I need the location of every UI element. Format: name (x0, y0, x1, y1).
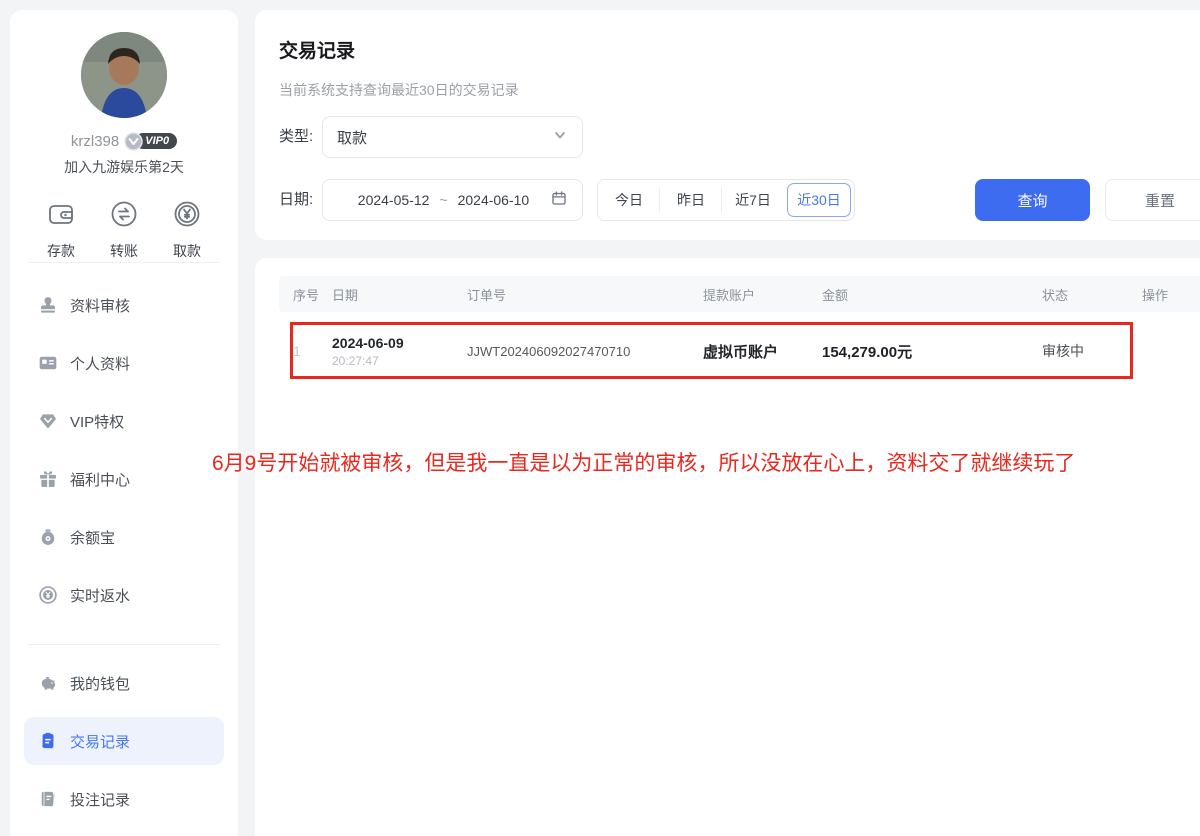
deposit-button[interactable]: 存款 (46, 199, 76, 261)
type-select-value: 取款 (337, 127, 552, 148)
records-card: 序号 日期 订单号 提款账户 金额 状态 操作 1 2024-06-09 20:… (255, 258, 1200, 836)
date-range-input[interactable]: 2024-05-12 ~ 2024-06-10 (322, 179, 583, 221)
annotation-text: 6月9号开始就被审核，但是我一直是以为正常的审核，所以没放在心上，资料交了就继续… (212, 447, 1075, 477)
row-status-badge: 审核中 (1042, 341, 1142, 361)
col-header-amount: 金额 (822, 285, 1042, 304)
page-title: 交易记录 (279, 36, 355, 63)
quick-range-yesterday[interactable]: 昨日 (660, 180, 722, 220)
vip-badge[interactable]: VIP0 (124, 132, 177, 150)
col-header-action: 操作 (1142, 285, 1200, 304)
sidebar-item-label: VIP特权 (70, 411, 124, 432)
join-days-text: 加入九游娱乐第2天 (10, 157, 238, 177)
row-index: 1 (293, 343, 332, 359)
type-filter-label: 类型: (279, 116, 313, 158)
id-card-icon (38, 353, 58, 373)
transfer-label: 转账 (110, 241, 138, 261)
quick-range-today[interactable]: 今日 (598, 180, 660, 220)
sidebar-item-profile-review[interactable]: 资料审核 (24, 276, 224, 334)
row-date-cell: 2024-06-09 20:27:47 (332, 335, 467, 368)
page-subtitle: 当前系统支持查询最近30日的交易记录 (279, 80, 519, 100)
sidebar-item-welfare-center[interactable]: 福利中心 (24, 450, 224, 508)
sidebar-item-label: 余额宝 (70, 527, 115, 548)
quick-range-group: 今日 昨日 近7日 近30日 (597, 179, 855, 221)
table-row[interactable]: 1 2024-06-09 20:27:47 JJWT20240609202747… (279, 312, 1200, 390)
username: krzl398 (71, 133, 119, 150)
col-header-account: 提款账户 (703, 285, 822, 304)
col-header-date: 日期 (332, 285, 467, 304)
sidebar-nav-primary: 资料审核 个人资料 (10, 276, 238, 624)
filters-card: 交易记录 当前系统支持查询最近30日的交易记录 类型: 取款 日期: 2024-… (255, 10, 1200, 240)
transfer-button[interactable]: 转账 (109, 199, 139, 261)
quick-actions: 存款 转账 (10, 199, 238, 261)
row-amount: 154,279.00元 (822, 341, 1042, 362)
col-header-order-no: 订单号 (467, 285, 703, 304)
sidebar-item-transaction-records[interactable]: 交易记录 (24, 717, 224, 765)
quick-range-30days[interactable]: 近30日 (787, 183, 851, 217)
journal-icon (38, 731, 58, 751)
row-account: 虚拟币账户 (703, 341, 822, 362)
sidebar-item-label: 实时返水 (70, 585, 130, 606)
wallet-icon (46, 199, 76, 234)
reset-button[interactable]: 重置 (1105, 179, 1200, 221)
table-header: 序号 日期 订单号 提款账户 金额 状态 操作 (279, 276, 1200, 312)
moneybag-icon (38, 527, 58, 547)
sidebar-item-label: 交易记录 (70, 731, 130, 752)
sidebar-item-vip-privileges[interactable]: VIP特权 (24, 392, 224, 450)
sidebar-item-label: 个人资料 (70, 353, 130, 374)
query-button[interactable]: 查询 (975, 179, 1090, 221)
stamp-icon (38, 295, 58, 315)
notebook-icon (38, 789, 58, 809)
col-header-status: 状态 (1042, 285, 1142, 304)
piggy-bank-icon (38, 673, 58, 693)
page: krzl398 VIP0 加入九游娱乐第2天 (0, 0, 1200, 836)
withdraw-button[interactable]: 取款 (172, 199, 202, 261)
date-filter-label: 日期: (279, 179, 313, 221)
sidebar-item-my-wallet[interactable]: 我的钱包 (24, 654, 224, 712)
sidebar-item-label: 资料审核 (70, 295, 130, 316)
transfer-icon (109, 199, 139, 234)
sidebar-item-label: 福利中心 (70, 469, 130, 490)
calendar-icon (550, 189, 568, 212)
sidebar-item-betting-records[interactable]: 投注记录 (24, 770, 224, 828)
diamond-icon (38, 411, 58, 431)
gift-icon (38, 469, 58, 489)
chevron-down-icon (552, 127, 568, 148)
date-separator: ~ (439, 192, 447, 208)
vip-emblem-icon (124, 132, 143, 151)
col-header-index: 序号 (293, 285, 332, 304)
sidebar-item-realtime-rebate[interactable]: 实时返水 (24, 566, 224, 624)
row-date: 2024-06-09 (332, 335, 467, 351)
sidebar-divider-top (28, 262, 220, 263)
date-end-value: 2024-06-10 (458, 192, 530, 208)
withdraw-label: 取款 (173, 241, 201, 261)
type-select[interactable]: 取款 (322, 116, 583, 158)
sidebar-divider-bottom (28, 644, 220, 645)
row-order-no: JJWT202406092027470710 (467, 344, 703, 359)
sidebar: krzl398 VIP0 加入九游娱乐第2天 (10, 10, 238, 836)
sidebar-nav-secondary: 我的钱包 交易记录 (10, 654, 238, 828)
sidebar-item-personal-info[interactable]: 个人资料 (24, 334, 224, 392)
sidebar-item-label: 我的钱包 (70, 673, 130, 694)
row-time: 20:27:47 (332, 354, 467, 368)
quick-range-7days[interactable]: 近7日 (722, 180, 784, 220)
rebate-icon (38, 585, 58, 605)
deposit-label: 存款 (47, 241, 75, 261)
avatar[interactable] (81, 32, 167, 118)
sidebar-item-label: 投注记录 (70, 789, 130, 810)
withdraw-icon (172, 199, 202, 234)
date-start-value: 2024-05-12 (358, 192, 430, 208)
profile-section: krzl398 VIP0 加入九游娱乐第2天 (10, 10, 238, 261)
sidebar-item-yuebao[interactable]: 余额宝 (24, 508, 224, 566)
